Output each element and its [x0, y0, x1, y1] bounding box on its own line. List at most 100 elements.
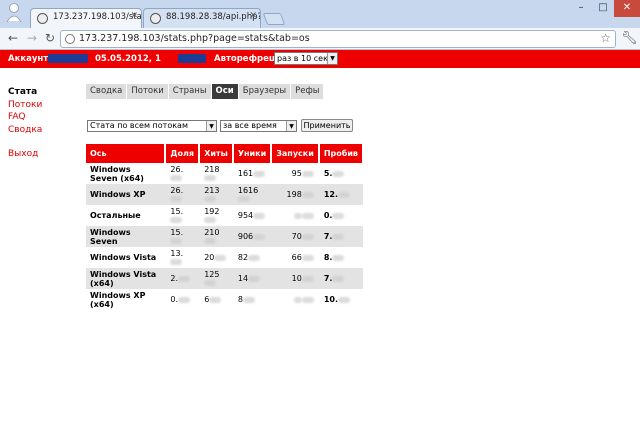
- cell-os-value: Остальные: [90, 211, 141, 220]
- cell-hits-value: 213: [204, 185, 220, 195]
- stream-select[interactable]: Стата по всем потокам ▼: [87, 120, 217, 132]
- cell-hits: 20: [199, 247, 233, 268]
- cell-share-value: 26.: [170, 185, 184, 195]
- address-url: 173.237.198.103/stats.php?page=stats&tab…: [79, 33, 310, 44]
- column-header-share[interactable]: Доля: [165, 144, 201, 163]
- cell-hits: 213: [199, 184, 233, 205]
- sidebar-item-logout[interactable]: Выход: [8, 148, 42, 161]
- tab-close-icon[interactable]: ✕: [249, 11, 257, 21]
- redacted-blur: [301, 296, 314, 303]
- cell-os: Windows Seven (x64): [86, 163, 165, 184]
- browser-tab-stats[interactable]: 173.237.198.103/stats.php?p ✕: [30, 8, 142, 28]
- chevron-down-icon: ▼: [286, 121, 296, 131]
- cell-share: 15.: [165, 205, 199, 226]
- column-header-launches[interactable]: Запуски: [271, 144, 320, 163]
- cell-os-value: Windows XP (x64): [90, 290, 146, 309]
- window-close-icon[interactable]: ✕: [614, 0, 640, 17]
- column-header-uniques[interactable]: Уники: [232, 144, 273, 163]
- tab-close-icon[interactable]: ✕: [130, 11, 138, 21]
- auto-refresh-value: раз в 10 сек: [277, 54, 328, 63]
- forward-arrow-icon[interactable]: →: [24, 30, 40, 46]
- redacted-blur: [170, 217, 183, 223]
- cell-hits: 125: [199, 268, 233, 289]
- browser-titlebar: 173.237.198.103/stats.php?p ✕ 88.198.28.…: [0, 0, 640, 28]
- redacted-blur: [237, 196, 250, 202]
- redacted-blur: [248, 275, 261, 282]
- browser-tab-api[interactable]: 88.198.28.38/api.php?action ✕: [143, 8, 261, 28]
- cell-rate-value: 0.: [323, 211, 333, 220]
- cell-share-value: 15.: [170, 227, 184, 237]
- redacted-blur: [204, 196, 217, 202]
- redacted-blur: [293, 212, 302, 219]
- sidebar-item-faq[interactable]: FAQ: [8, 111, 42, 124]
- period-select[interactable]: за все время ▼: [220, 120, 297, 132]
- current-date: 05.05.2012, 1: [95, 54, 161, 64]
- column-header-os[interactable]: Ось: [86, 144, 167, 163]
- cell-share: 15.: [165, 226, 200, 247]
- tab-browsers[interactable]: Браузеры: [238, 84, 291, 99]
- auto-refresh-select[interactable]: раз в 10 сек ▼: [274, 52, 338, 65]
- new-tab-button[interactable]: [262, 13, 286, 25]
- apply-button[interactable]: Применить: [301, 119, 353, 132]
- column-header-hits[interactable]: Хиты: [199, 144, 234, 163]
- redacted-blur: [253, 233, 266, 240]
- chevron-down-icon: ▼: [327, 53, 337, 64]
- redacted-blur: [301, 254, 314, 261]
- redacted-blur: [248, 254, 261, 261]
- page-icon: [65, 34, 75, 44]
- cell-rate: 7.: [318, 268, 363, 289]
- cell-rate: 8.: [319, 247, 363, 268]
- cell-launches: 66: [271, 247, 319, 268]
- bookmark-star-icon[interactable]: ☆: [600, 31, 611, 45]
- tab-summary[interactable]: Сводка: [86, 84, 127, 99]
- cell-uniques-value: 954: [237, 211, 254, 220]
- date-redacted: [178, 54, 206, 63]
- redacted-blur: [204, 238, 217, 244]
- cell-uniques-value: 1616: [237, 185, 259, 195]
- redacted-blur: [242, 296, 255, 303]
- redacted-blur: [204, 280, 217, 286]
- cell-launches: 70: [271, 226, 319, 247]
- column-header-rate[interactable]: Пробив: [318, 144, 365, 163]
- address-bar[interactable]: 173.237.198.103/stats.php?page=stats&tab…: [60, 30, 616, 48]
- cell-rate-value: 7.: [323, 232, 333, 241]
- tab-streams[interactable]: Потоки: [127, 84, 168, 99]
- redacted-blur: [332, 170, 345, 177]
- back-arrow-icon[interactable]: ←: [5, 30, 21, 46]
- tab-referrers[interactable]: Рефы: [291, 84, 324, 99]
- cell-hits: 218: [199, 163, 233, 184]
- cell-rate-value: 7.: [323, 274, 333, 283]
- cell-uniques: 906: [232, 226, 272, 247]
- profile-avatar-icon: [6, 3, 22, 22]
- minimize-icon[interactable]: –: [570, 0, 592, 17]
- cell-os-value: Windows Seven: [90, 227, 131, 246]
- redacted-blur: [170, 196, 183, 202]
- maximize-icon[interactable]: □: [592, 0, 614, 17]
- cell-rate-value: 10.: [323, 295, 338, 304]
- sidebar-item-streams[interactable]: Потоки: [8, 99, 42, 112]
- cell-share-value: 15.: [170, 206, 184, 216]
- tab-os[interactable]: Оси: [211, 84, 238, 99]
- table-row: Windows Seven (x64) 26. 218 161 95 5.: [86, 163, 363, 184]
- reload-icon[interactable]: ↻: [42, 30, 58, 46]
- wrench-menu-icon[interactable]: 🔧︎: [621, 31, 638, 46]
- cell-rate-value: 5.: [323, 169, 333, 178]
- cell-launches-value: 70: [291, 232, 302, 241]
- cell-share: 13.: [165, 247, 199, 268]
- table-row: Остальные 15. 192 954 0.: [86, 205, 363, 226]
- sidebar-item-summary[interactable]: Сводка: [8, 124, 42, 137]
- redacted-blur: [332, 233, 345, 240]
- page-favicon-icon: [150, 13, 161, 24]
- tab-countries[interactable]: Страны: [168, 84, 211, 99]
- cell-rate: 10.: [319, 289, 363, 310]
- cell-os: Windows Seven: [86, 226, 166, 247]
- browser-toolbar: ← → ↻ 173.237.198.103/stats.php?page=sta…: [0, 28, 640, 50]
- redacted-blur: [204, 175, 217, 181]
- redacted-blur: [301, 170, 314, 177]
- stats-tabs: Сводка Потоки Страны Оси Браузеры Рефы: [86, 84, 324, 99]
- browser-tab-title: 88.198.28.38/api.php?action: [166, 12, 260, 22]
- cell-rate: 12.: [318, 184, 363, 205]
- redacted-blur: [170, 238, 183, 244]
- cell-uniques: 82: [233, 247, 271, 268]
- sidebar-item-stats[interactable]: Стата: [8, 86, 42, 99]
